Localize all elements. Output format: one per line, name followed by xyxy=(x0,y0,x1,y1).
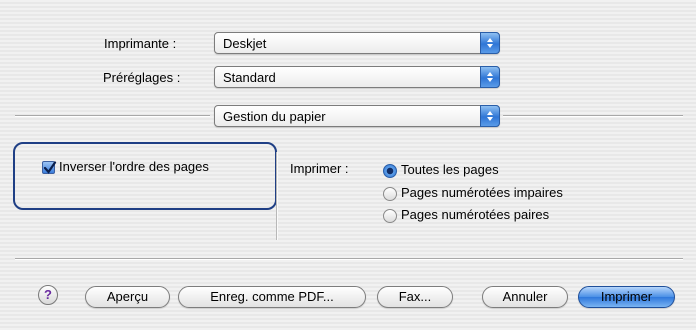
printer-popup[interactable]: Deskjet xyxy=(214,32,500,54)
presets-value: Standard xyxy=(223,70,276,85)
presets-label: Préréglages : xyxy=(103,70,181,85)
printer-label: Imprimante : xyxy=(104,36,177,51)
radio-all-pages[interactable] xyxy=(383,164,397,178)
separator-left xyxy=(15,115,210,117)
radio-even-pages-label[interactable]: Pages numérotées paires xyxy=(401,207,549,222)
save-pdf-button[interactable]: Enreg. comme PDF... xyxy=(178,286,366,308)
presets-popup[interactable]: Standard xyxy=(214,66,500,88)
print-button[interactable]: Imprimer xyxy=(578,286,675,308)
highlight-frame xyxy=(13,142,277,210)
radio-even-pages[interactable] xyxy=(383,209,397,223)
cancel-button[interactable]: Annuler xyxy=(482,286,568,308)
separator-right xyxy=(503,115,683,117)
reverse-order-checkbox[interactable] xyxy=(42,161,57,174)
popup-arrows-icon xyxy=(480,32,500,54)
printer-value: Deskjet xyxy=(223,36,267,51)
popup-arrows-icon xyxy=(480,66,500,88)
column-divider xyxy=(276,152,278,240)
fax-button[interactable]: Fax... xyxy=(377,286,453,308)
bottom-separator xyxy=(15,258,683,260)
popup-arrows-icon xyxy=(480,105,500,127)
help-button[interactable]: ? xyxy=(38,285,58,305)
panel-value: Gestion du papier xyxy=(223,109,326,124)
radio-all-pages-label[interactable]: Toutes les pages xyxy=(401,162,499,177)
reverse-order-label[interactable]: Inverser l'ordre des pages xyxy=(59,159,209,174)
panel-popup[interactable]: Gestion du papier xyxy=(214,105,500,127)
radio-odd-pages-label[interactable]: Pages numérotées impaires xyxy=(401,185,563,200)
preview-button[interactable]: Aperçu xyxy=(85,286,170,308)
print-pages-label: Imprimer : xyxy=(290,161,349,176)
radio-odd-pages[interactable] xyxy=(383,187,397,201)
